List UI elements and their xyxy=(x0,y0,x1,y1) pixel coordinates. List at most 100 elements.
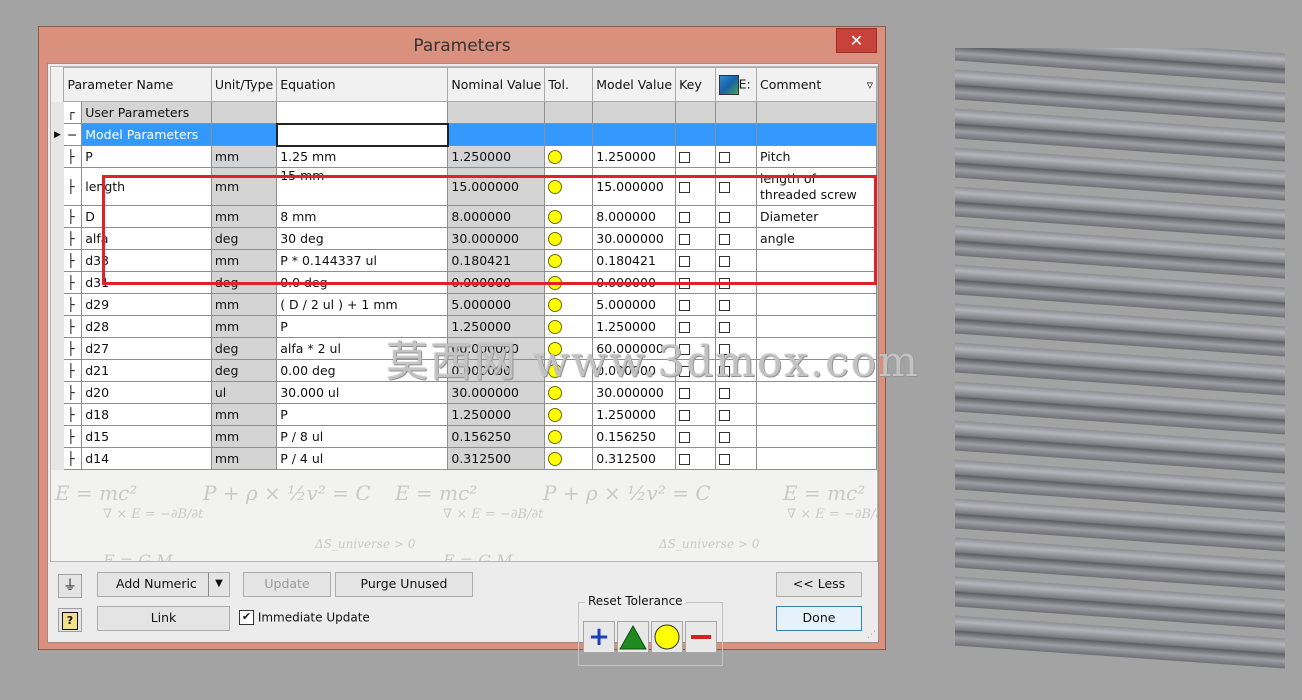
equation-cell[interactable]: P xyxy=(276,403,449,426)
table-row[interactable]: ├ d18 mm P 1.250000 1.250000 xyxy=(51,403,877,426)
param-name-cell[interactable]: d27 xyxy=(81,337,212,360)
equation-cell[interactable]: 8 mm xyxy=(276,205,449,228)
equation-cell[interactable]: 30 deg xyxy=(276,227,449,250)
key-checkbox[interactable] xyxy=(675,425,716,448)
comment-cell[interactable] xyxy=(756,293,877,316)
equation-edit-cell[interactable] xyxy=(275,122,449,147)
comment-cell[interactable] xyxy=(756,271,877,294)
purge-unused-button[interactable]: Purge Unused xyxy=(335,572,473,597)
immediate-update-checkbox[interactable]: ✔ Immediate Update xyxy=(239,610,370,625)
param-name-cell[interactable]: d21 xyxy=(81,359,212,382)
table-row[interactable]: ├ Pmm 1.25 mm 1.250000 1.250000 Pitch xyxy=(51,145,877,168)
table-row[interactable]: ├ d15 mm P / 8 ul 0.156250 0.156250 xyxy=(51,425,877,448)
export-checkbox[interactable] xyxy=(714,271,758,294)
equation-cell[interactable]: 15 mm xyxy=(276,167,449,206)
param-name-cell[interactable]: d20 xyxy=(81,381,212,404)
median-tolerance-button[interactable] xyxy=(617,621,649,653)
param-name-cell[interactable]: d33 xyxy=(81,249,212,272)
comment-cell[interactable]: Pitch xyxy=(756,145,877,168)
col-header-model[interactable]: Model Value xyxy=(592,67,677,102)
unit-cell[interactable]: mm xyxy=(210,315,278,338)
equation-cell[interactable]: 1.25 mm xyxy=(276,145,449,168)
param-name-cell[interactable]: D xyxy=(81,205,212,228)
comment-cell[interactable] xyxy=(756,447,877,470)
tolerance-cell[interactable] xyxy=(544,271,594,294)
unit-cell[interactable]: mm xyxy=(210,293,278,316)
key-checkbox[interactable] xyxy=(675,403,716,426)
tolerance-cell[interactable] xyxy=(544,145,594,168)
col-header-comment[interactable]: Comment ▿ xyxy=(756,67,877,102)
comment-cell[interactable] xyxy=(756,403,877,426)
col-header-nominal[interactable]: Nominal Value xyxy=(447,67,546,102)
unit-cell[interactable]: mm xyxy=(210,447,278,470)
param-name-cell[interactable]: d14 xyxy=(81,447,212,470)
export-checkbox[interactable] xyxy=(714,425,758,448)
done-button[interactable]: Done xyxy=(776,606,862,631)
unit-cell[interactable]: mm xyxy=(210,205,278,228)
export-checkbox[interactable] xyxy=(714,227,758,250)
param-name-cell[interactable]: alfa xyxy=(81,227,212,250)
param-name-cell[interactable]: d29 xyxy=(81,293,212,316)
comment-cell[interactable] xyxy=(756,249,877,272)
filter-button[interactable]: ⏚ xyxy=(58,574,82,598)
param-name-cell[interactable]: d18 xyxy=(81,403,212,426)
unit-cell[interactable]: mm xyxy=(210,145,278,168)
tolerance-cell[interactable] xyxy=(544,227,594,250)
unit-cell[interactable]: ul xyxy=(210,381,278,404)
export-checkbox[interactable] xyxy=(714,249,758,272)
col-header-tol[interactable]: Tol. xyxy=(544,67,594,102)
key-checkbox[interactable] xyxy=(675,447,716,470)
comment-cell[interactable]: angle xyxy=(756,227,877,250)
export-checkbox[interactable] xyxy=(714,167,758,206)
key-checkbox[interactable] xyxy=(675,227,716,250)
nominal-tolerance-button[interactable] xyxy=(651,621,683,653)
group-row-model[interactable]: ▶ − Model Parameters xyxy=(51,122,877,147)
export-checkbox[interactable] xyxy=(714,403,758,426)
unit-cell[interactable]: deg xyxy=(210,227,278,250)
equation-cell[interactable]: P / 8 ul xyxy=(276,425,449,448)
less-button[interactable]: << Less xyxy=(776,572,862,597)
key-checkbox[interactable] xyxy=(675,167,716,206)
group-row-user[interactable]: ┌ User Parameters xyxy=(51,101,877,124)
tolerance-cell[interactable] xyxy=(544,425,594,448)
table-row[interactable]: ├ d31 deg 0.0 deg 0.000000 0.000000 xyxy=(51,271,877,294)
resize-grip-icon[interactable]: ⋰ xyxy=(867,630,876,640)
comment-cell[interactable] xyxy=(756,425,877,448)
help-button[interactable]: ? xyxy=(58,608,82,632)
key-checkbox[interactable] xyxy=(675,205,716,228)
key-checkbox[interactable] xyxy=(675,249,716,272)
group-label-user[interactable]: User Parameters xyxy=(81,101,212,124)
tolerance-cell[interactable] xyxy=(544,447,594,470)
lower-tolerance-button[interactable] xyxy=(685,621,717,653)
col-header-equation[interactable]: Equation xyxy=(276,67,449,102)
export-checkbox[interactable] xyxy=(714,293,758,316)
key-checkbox[interactable] xyxy=(675,271,716,294)
key-checkbox[interactable] xyxy=(675,293,716,316)
equation-cell[interactable]: P * 0.144337 ul xyxy=(276,249,449,272)
table-row[interactable]: ├ d29 mm( D / 2 ul ) + 1 mm 5.000000 5.00000… xyxy=(51,293,877,316)
col-header-unit[interactable]: Unit/Type xyxy=(210,67,278,102)
key-checkbox[interactable] xyxy=(675,145,716,168)
tolerance-cell[interactable] xyxy=(544,403,594,426)
filter-arrow-icon[interactable]: ▿ xyxy=(867,77,873,92)
unit-cell[interactable]: mm xyxy=(210,403,278,426)
equation-cell[interactable]: P / 4 ul xyxy=(276,447,449,470)
param-name-cell[interactable]: length xyxy=(81,167,212,206)
param-name-cell[interactable]: d28 xyxy=(81,315,212,338)
export-checkbox[interactable] xyxy=(714,205,758,228)
table-row[interactable]: ├ Dmm 8 mm 8.000000 8.000000 Diameter xyxy=(51,205,877,228)
close-button[interactable]: ✕ xyxy=(836,28,877,53)
comment-cell[interactable]: Diameter xyxy=(756,205,877,228)
col-header-key[interactable]: Key xyxy=(675,67,716,102)
export-checkbox[interactable] xyxy=(714,145,758,168)
unit-cell[interactable]: deg xyxy=(210,359,278,382)
unit-cell[interactable]: deg xyxy=(210,271,278,294)
table-row[interactable]: ├ d33 mm P * 0.144337 ul 0.180421 0.180421 xyxy=(51,249,877,272)
upper-tolerance-button[interactable]: + xyxy=(583,621,615,653)
equation-cell[interactable]: ( D / 2 ul ) + 1 mm xyxy=(276,293,449,316)
unit-cell[interactable]: mm xyxy=(210,249,278,272)
group-label-model[interactable]: Model Parameters xyxy=(81,123,212,146)
unit-cell[interactable]: deg xyxy=(210,337,278,360)
tolerance-cell[interactable] xyxy=(544,167,594,206)
param-name-cell[interactable]: d31 xyxy=(81,271,212,294)
